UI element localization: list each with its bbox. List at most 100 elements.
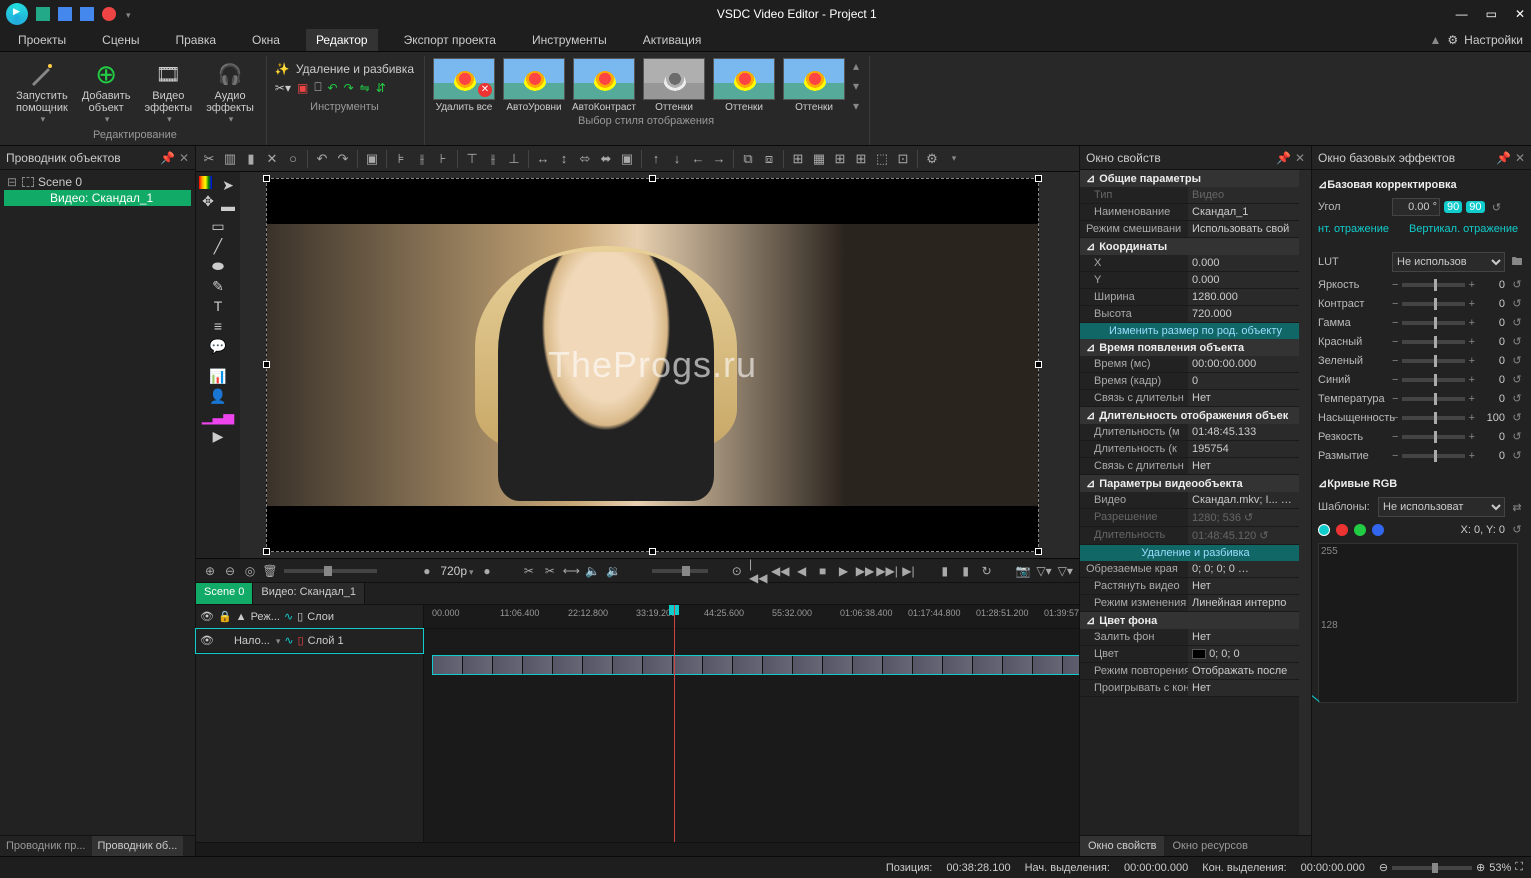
video-clip[interactable] xyxy=(432,655,1079,675)
fx-slider-reset-icon[interactable]: ↺ xyxy=(1509,297,1525,310)
tl-marker-in-icon[interactable]: ▮ xyxy=(937,563,952,579)
pen-tool-icon[interactable]: ✎ xyxy=(209,277,227,295)
style-gallery-icon[interactable]: ▾ xyxy=(853,99,859,113)
canvas-viewport[interactable]: TheProgs.ru xyxy=(240,172,1065,558)
style-scroll-down-icon[interactable]: ▾ xyxy=(853,79,859,93)
maximize-button[interactable]: ▭ xyxy=(1486,7,1497,21)
slider-inc-icon[interactable]: + xyxy=(1469,355,1475,367)
style-shades-2[interactable]: Оттенки xyxy=(711,58,777,113)
zoom-slider[interactable] xyxy=(1392,866,1472,870)
slider-inc-icon[interactable]: + xyxy=(1469,374,1475,386)
fx-slider-reset-icon[interactable]: ↺ xyxy=(1509,411,1525,424)
tl-cut-icon[interactable]: ✂ xyxy=(521,563,536,579)
fx-section-basic[interactable]: ⊿ Базовая корректировка xyxy=(1318,174,1525,195)
timeline-ruler[interactable]: 00.000 11:06.400 22:12.800 33:19.200 44:… xyxy=(424,605,1079,629)
bring-front-icon[interactable]: ↑ xyxy=(647,150,665,168)
tl-marker-add-icon[interactable]: ▽▾ xyxy=(1036,563,1051,579)
tl-next-frame-icon[interactable]: ▶▶| xyxy=(879,563,895,579)
align-right-icon[interactable]: ⊦ xyxy=(434,150,452,168)
menu-tools[interactable]: Инструменты xyxy=(522,29,617,51)
slider-dec-icon[interactable]: − xyxy=(1392,317,1398,329)
fx-slider-reset-icon[interactable]: ↺ xyxy=(1509,354,1525,367)
zoom-in-icon[interactable]: ⊕ xyxy=(1476,861,1485,874)
style-remove-all[interactable]: ✕Удалить все xyxy=(431,58,497,113)
tl-skip-start-icon[interactable]: |◀◀ xyxy=(750,563,766,579)
rect-tool-icon[interactable]: ▬ xyxy=(219,197,237,215)
curve-channel-all[interactable] xyxy=(1318,524,1330,536)
tl-split-icon[interactable]: ⟷ xyxy=(563,563,579,579)
timeline-tab-scene[interactable]: Scene 0 xyxy=(196,583,253,604)
fx-slider[interactable] xyxy=(1402,378,1464,382)
style-scroll-up-icon[interactable]: ▴ xyxy=(853,59,859,73)
menu-activation[interactable]: Активация xyxy=(633,29,712,51)
vflip-link[interactable]: Вертикал. отражение xyxy=(1409,223,1518,235)
templates-opts-icon[interactable]: ⇄ xyxy=(1509,501,1525,514)
canvas-selection[interactable]: TheProgs.ru xyxy=(266,178,1039,552)
send-back-icon[interactable]: ↓ xyxy=(668,150,686,168)
fx-slider-reset-icon[interactable]: ↺ xyxy=(1509,335,1525,348)
tl-remove-icon[interactable]: ⊖ xyxy=(222,563,238,579)
slider-inc-icon[interactable]: + xyxy=(1469,298,1475,310)
combine-icon[interactable]: ⧉ xyxy=(739,150,757,168)
canvas-more-icon[interactable] xyxy=(944,150,962,168)
tl-zoom-slider[interactable] xyxy=(284,569,377,573)
menu-scenes[interactable]: Сцены xyxy=(92,29,149,51)
slider-inc-icon[interactable]: + xyxy=(1469,336,1475,348)
canvas-v-scrollbar[interactable] xyxy=(1065,172,1079,558)
menu-windows[interactable]: Окна xyxy=(242,29,290,51)
tl-add-icon[interactable]: ⊕ xyxy=(202,563,218,579)
slider-inc-icon[interactable]: + xyxy=(1469,279,1475,291)
add-object-button[interactable]: ⊕Добавить объект xyxy=(78,58,135,127)
menu-edit[interactable]: Правка xyxy=(166,29,227,51)
text-tool-icon[interactable]: T xyxy=(209,297,227,315)
flip-h-icon[interactable]: ⇋ xyxy=(360,81,370,95)
menu-projects[interactable]: Проекты xyxy=(8,29,76,51)
props-pin-icon[interactable]: 📌 xyxy=(1276,151,1291,165)
tl-step-back-icon[interactable]: ◀ xyxy=(794,563,809,579)
rect-shape-icon[interactable]: ▭ xyxy=(209,217,227,235)
tree-scene[interactable]: ⊟Scene 0 xyxy=(4,174,191,190)
hflip-link[interactable]: нт. отражение xyxy=(1318,223,1389,235)
fx-slider-reset-icon[interactable]: ↺ xyxy=(1509,392,1525,405)
tl-marker-out-icon[interactable]: ▮ xyxy=(958,563,973,579)
angle-reset-icon[interactable]: ↺ xyxy=(1489,201,1505,214)
slider-dec-icon[interactable]: − xyxy=(1392,431,1398,443)
layers-track[interactable] xyxy=(424,629,1079,653)
fx-slider-reset-icon[interactable]: ↺ xyxy=(1509,430,1525,443)
remove-icon[interactable]: ✕ xyxy=(263,150,281,168)
style-shades-1[interactable]: Оттенки xyxy=(641,58,707,113)
tl-precision-icon[interactable]: ✂ xyxy=(542,563,557,579)
tl-prev-frame-icon[interactable]: ◀◀ xyxy=(772,563,788,579)
tl-skip-end-icon[interactable]: ▶| xyxy=(901,563,916,579)
slider-dec-icon[interactable]: − xyxy=(1392,355,1398,367)
grid-lines-icon[interactable]: ⊞ xyxy=(831,150,849,168)
align-center-h-icon[interactable]: ⫲ xyxy=(413,150,431,168)
tl-stop-icon[interactable]: ■ xyxy=(815,563,830,579)
curve-channel-green[interactable] xyxy=(1354,524,1366,536)
close-button[interactable]: ✕ xyxy=(1515,7,1525,21)
same-size-icon[interactable]: ▣ xyxy=(618,150,636,168)
snap-icon[interactable]: ⊞ xyxy=(789,150,807,168)
fx-pin-icon[interactable]: 📌 xyxy=(1496,151,1511,165)
del-split-button[interactable]: Удаление и разбивка xyxy=(1080,545,1311,561)
rotate-90-right-icon[interactable]: 90 xyxy=(1466,201,1484,213)
grid-red-icon[interactable]: ⊞ xyxy=(852,150,870,168)
tl-step-fwd-icon[interactable]: ▶▶ xyxy=(857,563,873,579)
resize-parent-button[interactable]: Изменить размер по род. объекту xyxy=(1080,323,1311,339)
playhead-line[interactable] xyxy=(674,605,675,842)
section-coords[interactable]: ⊿Координаты xyxy=(1080,238,1311,255)
wand-icon[interactable]: ✨ xyxy=(275,62,290,76)
audio-viz-icon[interactable]: ▁▃▅ xyxy=(209,407,227,425)
slider-inc-icon[interactable]: + xyxy=(1469,317,1475,329)
tl-marker-list-icon[interactable]: ▽▾ xyxy=(1058,563,1073,579)
wave-icon[interactable]: ∿ xyxy=(284,610,293,623)
fx-slider[interactable] xyxy=(1402,359,1464,363)
fx-slider-reset-icon[interactable]: ↺ xyxy=(1509,373,1525,386)
slider-dec-icon[interactable]: − xyxy=(1392,279,1398,291)
props-v-scrollbar[interactable] xyxy=(1299,170,1311,835)
fx-close-icon[interactable]: ✕ xyxy=(1515,151,1525,165)
clip-icon[interactable]: ▯ xyxy=(297,610,303,623)
track-wave-icon[interactable]: ∿ xyxy=(284,634,293,647)
video-fx-button[interactable]: 🎞Видео эффекты xyxy=(140,58,196,127)
explorer-tab-projects[interactable]: Проводник пр... xyxy=(0,836,92,856)
